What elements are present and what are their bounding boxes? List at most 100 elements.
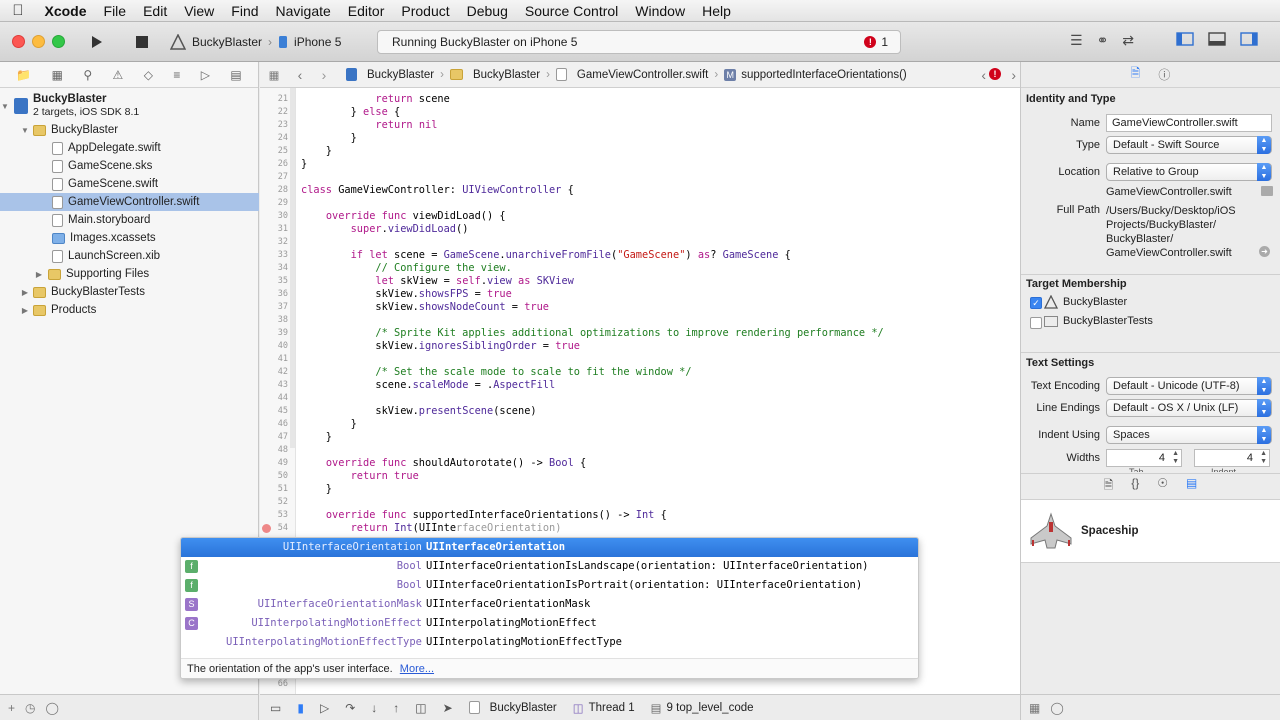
report-navigator-tab-icon[interactable]: ▤	[230, 68, 241, 82]
more-link[interactable]: More...	[400, 663, 434, 675]
version-editor-icon[interactable]: ⇄	[1122, 32, 1134, 54]
error-indicator[interactable]: ! 1	[864, 35, 888, 49]
error-marker-icon[interactable]	[262, 524, 271, 533]
menu-file[interactable]: File	[95, 3, 135, 19]
toggle-debug-area-icon[interactable]	[1208, 32, 1226, 46]
disclosure-right-icon[interactable]: ▶	[34, 270, 44, 279]
breakpoints-toggle-icon[interactable]: ▮	[297, 701, 304, 715]
grid-view-icon[interactable]: ▦	[1029, 701, 1040, 715]
list-item[interactable]: LaunchScreen.xib	[0, 247, 259, 265]
continue-icon[interactable]: ▷	[320, 701, 329, 715]
jump-file[interactable]: GameViewController.swift	[555, 68, 708, 81]
menu-find[interactable]: Find	[223, 3, 267, 19]
add-icon[interactable]: +	[8, 701, 15, 715]
menu-debug[interactable]: Debug	[458, 3, 516, 19]
list-item[interactable]: ▶ Products	[0, 301, 259, 319]
jump-group[interactable]: BuckyBlaster	[449, 69, 540, 81]
folder-reveal-icon[interactable]	[1261, 186, 1273, 196]
completion-item[interactable]: S UIInterfaceOrientationMask UIInterface…	[181, 595, 918, 614]
menu-view[interactable]: View	[176, 3, 223, 19]
filter-icon[interactable]: ◯	[1050, 701, 1063, 715]
menu-help[interactable]: Help	[694, 3, 740, 19]
step-into-icon[interactable]: ↓	[371, 701, 377, 715]
next-issue-icon[interactable]: ›	[1011, 67, 1016, 83]
debug-frame[interactable]: ▤ 9 top_level_code	[651, 701, 754, 715]
list-item-selected[interactable]: GameViewController.swift	[0, 193, 259, 211]
name-field[interactable]: GameViewController.swift	[1106, 114, 1272, 132]
list-item[interactable]: ▶ Supporting Files	[0, 265, 259, 283]
list-item[interactable]: ▼ BuckyBlaster	[0, 121, 259, 139]
text-encoding-popup[interactable]: Default - Unicode (UTF-8) ▲ ▼	[1106, 377, 1272, 395]
issue-error-icon[interactable]: !	[989, 68, 1001, 80]
debug-thread[interactable]: ◫ Thread 1	[573, 701, 635, 715]
find-navigator-tab-icon[interactable]: ⚲	[83, 68, 92, 82]
simulate-location-icon[interactable]: ➤	[443, 701, 453, 715]
indent-using-popup[interactable]: Spaces ▲ ▼	[1106, 426, 1272, 444]
list-item[interactable]: AppDelegate.swift	[0, 139, 259, 157]
project-navigator-tab-icon[interactable]: 📁	[16, 68, 31, 82]
jump-project[interactable]: BuckyBlaster	[346, 68, 434, 81]
list-item[interactable]: ▶ BuckyBlasterTests	[0, 283, 259, 301]
completion-item[interactable]: C UIInterpolatingMotionEffect UIInterpol…	[181, 614, 918, 633]
apple-menu-icon[interactable]: 	[0, 2, 36, 19]
minimize-window-button[interactable]	[32, 35, 45, 48]
quick-help-tab-icon[interactable]: ⓘ	[1158, 66, 1170, 83]
indent-width-stepper[interactable]: 4 ▲ ▼	[1194, 449, 1270, 467]
step-out-icon[interactable]: ↑	[393, 701, 399, 715]
menu-edit[interactable]: Edit	[135, 3, 176, 19]
debug-target[interactable]: BuckyBlaster	[468, 701, 557, 714]
completion-item[interactable]: f Bool UIInterfaceOrientationIsLandscape…	[181, 557, 918, 576]
completion-item[interactable]: UIInterpolatingMotionEffectType UIInterp…	[181, 633, 918, 652]
menu-editor[interactable]: Editor	[339, 3, 393, 19]
step-over-icon[interactable]: ↷	[345, 701, 355, 715]
jump-symbol[interactable]: M supportedInterfaceOrientations()	[724, 68, 907, 81]
reveal-arrow-icon[interactable]: ➜	[1259, 246, 1270, 257]
list-item[interactable]: GameScene.swift	[0, 175, 259, 193]
location-popup[interactable]: Relative to Group ▲ ▼	[1106, 163, 1272, 181]
scheme-selector[interactable]: BuckyBlaster › iPhone 5	[170, 31, 341, 53]
related-items-icon[interactable]: ▦	[260, 68, 288, 82]
project-root[interactable]: ▼ BuckyBlaster 2 targets, iOS SDK 8.1	[0, 91, 259, 121]
code-snippet-library-icon[interactable]: {}	[1131, 476, 1139, 498]
symbol-navigator-tab-icon[interactable]: ▦	[52, 68, 63, 82]
disclosure-down-icon[interactable]: ▼	[20, 126, 30, 135]
target-checkbox-checked[interactable]: ✓	[1030, 297, 1042, 309]
assistant-editor-icon[interactable]: ⚭	[1097, 32, 1109, 54]
stepper-arrows-icon[interactable]: ▲ ▼	[1172, 450, 1179, 466]
run-button[interactable]	[84, 30, 108, 54]
file-template-library-icon[interactable]: 🗎	[1104, 476, 1114, 498]
hide-debug-area-icon[interactable]: ▭	[270, 701, 281, 715]
previous-issue-icon[interactable]: ‹	[981, 67, 986, 83]
object-library-icon[interactable]: ☉	[1157, 476, 1168, 498]
completion-item-selected[interactable]: UIInterfaceOrientation UIInterfaceOrient…	[181, 538, 918, 557]
menu-product[interactable]: Product	[393, 3, 458, 19]
toggle-navigator-icon[interactable]	[1176, 32, 1194, 46]
standard-editor-icon[interactable]: ☰	[1070, 32, 1083, 54]
disclosure-down-icon[interactable]: ▼	[0, 102, 10, 111]
test-navigator-tab-icon[interactable]: ◇	[144, 68, 153, 82]
breakpoint-navigator-tab-icon[interactable]: ▷	[201, 68, 210, 82]
stepper-arrows-icon[interactable]: ▲ ▼	[1260, 450, 1267, 466]
completion-item[interactable]: f Bool UIInterfaceOrientationIsPortrait(…	[181, 576, 918, 595]
debug-navigator-tab-icon[interactable]: ≡	[173, 68, 180, 82]
line-endings-popup[interactable]: Default - OS X / Unix (LF) ▲ ▼	[1106, 399, 1272, 417]
issue-navigator-tab-icon[interactable]: ⚠	[113, 68, 124, 82]
zoom-window-button[interactable]	[52, 35, 65, 48]
disclosure-right-icon[interactable]: ▶	[20, 288, 30, 297]
close-window-button[interactable]	[12, 35, 25, 48]
menu-window[interactable]: Window	[627, 3, 694, 19]
forward-arrow-icon[interactable]: ›	[312, 67, 336, 83]
media-library-icon[interactable]: ▤	[1186, 476, 1197, 498]
library-item[interactable]: Spaceship	[1021, 499, 1280, 563]
target-checkbox-unchecked[interactable]	[1030, 317, 1042, 329]
stop-button[interactable]	[130, 30, 154, 54]
list-item[interactable]: Main.storyboard	[0, 211, 259, 229]
clock-icon[interactable]: ◷	[25, 701, 35, 715]
list-item[interactable]: Images.xcassets	[0, 229, 259, 247]
menu-xcode[interactable]: Xcode	[36, 3, 95, 19]
toggle-utilities-icon[interactable]	[1240, 32, 1258, 46]
back-arrow-icon[interactable]: ‹	[288, 67, 312, 83]
file-inspector-tab-icon[interactable]: 🗎	[1131, 64, 1141, 85]
filter-icon[interactable]: ◯	[46, 701, 59, 715]
type-popup[interactable]: Default - Swift Source ▲ ▼	[1106, 136, 1272, 154]
